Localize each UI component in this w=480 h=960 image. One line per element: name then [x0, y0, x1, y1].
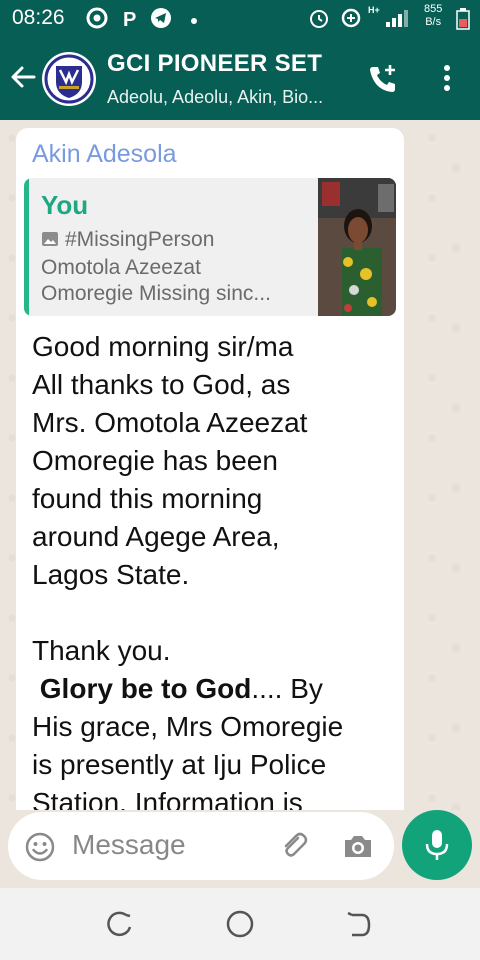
quote-line-1: #MissingPerson [41, 228, 214, 254]
paperclip-icon[interactable] [278, 830, 310, 867]
chat-header: GCI PIONEER SET Adeolu, Adeolu, Akin, Bi… [0, 36, 480, 120]
emoji-icon[interactable] [24, 831, 56, 868]
more-vertical-icon[interactable] [434, 62, 460, 99]
microphone-icon [425, 830, 449, 860]
alarm-icon [308, 7, 330, 34]
quote-accent-bar [24, 178, 29, 316]
message-bubble[interactable]: Akin Adesola You #MissingPerson Omotola … [16, 128, 404, 810]
svg-text:P: P [123, 9, 136, 29]
home-icon[interactable] [224, 908, 256, 945]
quote-author: You [41, 190, 89, 220]
microphone-button[interactable] [402, 810, 472, 880]
message-composer [8, 812, 394, 880]
chat-title[interactable]: GCI PIONEER SET [107, 50, 322, 78]
bold-text: Glory be to God [39, 673, 252, 704]
notification-dot-icon [190, 12, 198, 30]
nav-back-icon[interactable] [344, 910, 374, 945]
group-avatar[interactable] [42, 52, 96, 106]
status-bar: 08:26 P H+ 855 B/s [0, 0, 480, 36]
quoted-message[interactable]: You #MissingPerson Omotola Azeezat Omore… [24, 178, 396, 316]
battery-icon [456, 8, 470, 35]
sender-name[interactable]: Akin Adesola [32, 140, 177, 169]
net-speed: 855 B/s [424, 3, 443, 28]
status-time: 08:26 [12, 6, 65, 29]
quote-thumbnail[interactable] [318, 178, 396, 316]
arrow-left-icon[interactable] [8, 62, 38, 97]
signal-icon [384, 7, 410, 34]
network-type: H+ [368, 5, 380, 15]
data-saver-icon [340, 7, 362, 34]
chat-participants[interactable]: Adeolu, Adeolu, Akin, Bio... [107, 87, 323, 108]
phone-plus-icon[interactable] [366, 62, 400, 101]
message-text: Good morning sir/ma All thanks to God, a… [32, 331, 344, 810]
image-icon [41, 230, 59, 254]
message-input[interactable] [72, 829, 272, 861]
chrome-icon [86, 7, 108, 34]
chat-area[interactable]: Akin Adesola You #MissingPerson Omotola … [0, 120, 480, 810]
quote-line-2: Omotola Azeezat [41, 256, 201, 279]
recent-apps-icon[interactable] [104, 910, 134, 945]
telegram-icon [150, 7, 172, 34]
parking-icon: P [120, 7, 142, 34]
camera-icon[interactable] [342, 832, 374, 865]
system-nav-bar [0, 888, 480, 960]
quote-line-3: Omoregie Missing sinc... [41, 282, 271, 305]
